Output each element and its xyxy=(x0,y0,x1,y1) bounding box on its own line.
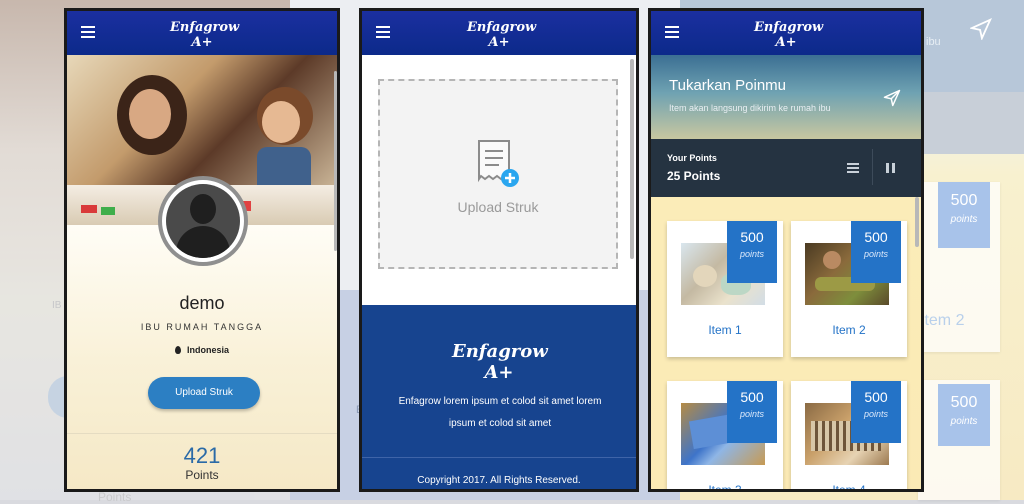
app-bar: Enfagrow A+ xyxy=(651,11,921,55)
bg-ribbon-1: 500 points xyxy=(938,182,990,248)
your-points-bar: Your Points 25 Points xyxy=(651,139,921,197)
bg-left-points: Points xyxy=(98,490,132,504)
photo-child-face xyxy=(262,101,300,143)
toolbar-separator xyxy=(872,149,873,185)
logo-text: Enfagrow A+ xyxy=(170,20,240,50)
your-points-value: 25 Points xyxy=(667,169,721,183)
menu-icon[interactable] xyxy=(81,26,95,38)
avatar-placeholder-icon xyxy=(166,184,240,258)
copyright: Copyright 2017. All Rights Reserved. xyxy=(417,475,581,486)
ribbon-unit: points xyxy=(863,249,889,259)
bg-ribbon-2: 500 points xyxy=(938,384,990,446)
user-role: IBU RUMAH TANGGA xyxy=(140,322,264,332)
points-ribbon: 500 points xyxy=(727,221,777,283)
send-icon[interactable] xyxy=(883,89,901,107)
enfagrow-logo: Enfagrow A+ xyxy=(170,20,239,50)
user-location: Indonesia xyxy=(67,345,337,355)
menu-icon[interactable] xyxy=(665,26,679,38)
grid-view-icon[interactable] xyxy=(886,163,896,173)
profile-screen: Enfagrow A+ demo IBU RUMAH TANGGA Indone… xyxy=(64,8,340,492)
footer: Enfagrow A+ Enfagrow lorem ipsum et colo… xyxy=(362,305,636,489)
upload-struk-dropzone[interactable]: Upload Struk xyxy=(378,79,618,269)
points-ribbon: 500 points xyxy=(851,381,901,443)
bg-ribbon-1-unit: points xyxy=(950,214,978,225)
upload-struk-label: Upload Struk xyxy=(457,199,539,215)
bg-ribbon-1-points: 500 xyxy=(950,192,978,209)
ribbon-points: 500 xyxy=(740,229,764,245)
photo-toy-red xyxy=(81,205,97,213)
reward-card[interactable]: 500 points Item 3 xyxy=(667,381,783,492)
footer-divider xyxy=(362,457,636,458)
photo-toy-green xyxy=(101,207,115,215)
enfagrow-logo: Enfagrow A+ xyxy=(754,20,823,50)
receipt-add-icon xyxy=(478,140,519,187)
bg-ribbon-2-unit: points xyxy=(950,416,978,427)
upload-screen: Enfagrow A+ Upload Struk Enfagrow A+ Enf… xyxy=(359,8,639,492)
ribbon-points: 500 xyxy=(864,389,888,405)
your-points-label: Your Points xyxy=(667,153,717,163)
reward-card[interactable]: 500 points Item 4 xyxy=(791,381,907,492)
scrollbar[interactable] xyxy=(915,197,919,247)
ribbon-points: 500 xyxy=(740,389,764,405)
bg-card-title: Item 2 xyxy=(920,312,965,329)
rewards-title: Tukarkan Poinmu xyxy=(669,77,786,94)
upload-struk-button[interactable]: Upload Struk xyxy=(148,377,260,409)
rewards-screen: Enfagrow A+ Tukarkan Poinmu Item akan la… xyxy=(648,8,924,492)
reward-title: Item 4 xyxy=(832,483,866,492)
ribbon-unit: points xyxy=(863,409,889,419)
bg-right-sub: ibu xyxy=(926,36,941,48)
ribbon-points: 500 xyxy=(864,229,888,245)
scrollbar[interactable] xyxy=(630,59,634,259)
points-label: Points xyxy=(185,468,219,482)
footer-logo-text: Enfagrow A+ xyxy=(452,341,548,383)
ribbon-unit: points xyxy=(739,249,765,259)
bg-send-icon xyxy=(970,18,992,40)
logo-text: Enfagrow A+ xyxy=(467,20,537,50)
menu-icon[interactable] xyxy=(376,26,390,38)
rewards-subtitle: Item akan langsung dikirim ke rumah ibu xyxy=(669,103,831,113)
enfagrow-logo: Enfagrow A+ xyxy=(467,20,536,50)
rewards-banner: Tukarkan Poinmu Item akan langsung dikir… xyxy=(651,55,921,139)
location-pin-icon xyxy=(174,346,181,354)
rewards-list: 500 points Item 1 500 points Item 2 500 xyxy=(651,197,921,492)
points-value: 421 xyxy=(183,443,221,468)
location-text: Indonesia xyxy=(186,345,229,355)
username: demo xyxy=(179,293,225,313)
points-ribbon: 500 points xyxy=(727,381,777,443)
app-bar: Enfagrow A+ xyxy=(67,11,337,55)
scrollbar[interactable] xyxy=(334,71,337,251)
reward-title: Item 3 xyxy=(708,483,742,492)
photo-mother-face xyxy=(129,89,171,139)
footer-logo: Enfagrow A+ xyxy=(452,335,548,383)
divider xyxy=(67,433,337,434)
reward-title: Item 1 xyxy=(708,323,742,337)
footer-text: Enfagrow lorem ipsum et colod sit amet l… xyxy=(398,396,602,429)
reward-card[interactable]: 500 points Item 2 xyxy=(791,221,907,357)
logo-text: Enfagrow A+ xyxy=(754,20,824,50)
ribbon-unit: points xyxy=(739,409,765,419)
avatar xyxy=(158,176,248,266)
points-ribbon: 500 points xyxy=(851,221,901,283)
reward-card[interactable]: 500 points Item 1 xyxy=(667,221,783,357)
reward-title: Item 2 xyxy=(832,323,866,337)
app-bar: Enfagrow A+ xyxy=(362,11,636,55)
bg-ribbon-2-points: 500 xyxy=(950,394,978,411)
bg-left-label: IB xyxy=(52,300,62,311)
list-view-icon[interactable] xyxy=(847,163,859,173)
